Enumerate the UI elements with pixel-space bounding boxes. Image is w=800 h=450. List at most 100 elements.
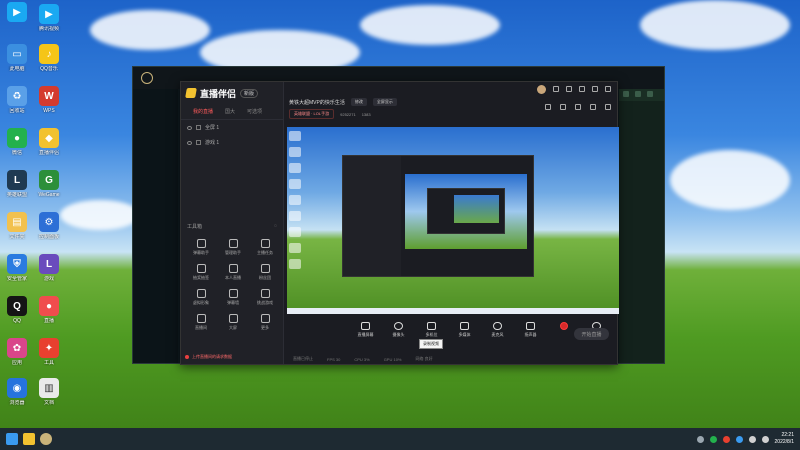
viewer-count: 1383 — [361, 111, 371, 117]
tool-item[interactable]: 弹幕助手 — [185, 239, 217, 256]
maximize-icon[interactable] — [592, 86, 598, 92]
version-badge[interactable]: 新版 — [240, 88, 259, 98]
settings-icon[interactable]: ◌ — [274, 223, 277, 230]
desktop-icon[interactable]: ● 微信 — [2, 128, 32, 156]
desktop-icon-label: QQ音乐 — [40, 66, 58, 72]
eye-icon[interactable] — [187, 140, 192, 145]
control-label: 多机位 — [425, 332, 438, 337]
gift-icon[interactable] — [575, 104, 581, 110]
tool-item[interactable]: 本人直播 — [217, 264, 249, 281]
tool-item[interactable]: 主播任务 — [249, 239, 281, 256]
game-client-tabbar — [619, 89, 664, 101]
desktop-icon[interactable]: L 英雄联盟 — [2, 170, 32, 198]
display-mode-button[interactable]: 全屏显示 — [372, 98, 397, 106]
tool-label: 抽奖抽签 — [193, 275, 209, 280]
multi-camera-button[interactable]: 多机位 — [421, 322, 443, 338]
tray-app-icon[interactable] — [722, 435, 730, 443]
speaker-button[interactable]: 扬声器 — [520, 322, 542, 338]
tool-item[interactable]: 大屏 — [217, 314, 249, 331]
clock[interactable]: 22:21 2022/8/1 — [775, 432, 794, 446]
desktop-icon-label: 英雄联盟 — [6, 192, 27, 198]
microphone-icon — [493, 322, 502, 330]
desktop-icon[interactable]: W WPS — [34, 86, 64, 114]
live-companion-icon: ◆ — [39, 128, 59, 148]
tool-item[interactable]: 直播间 — [185, 314, 217, 331]
tool-item[interactable]: 粉丝团 — [249, 264, 281, 281]
avatar[interactable] — [537, 84, 546, 94]
status-text: GPU 10% — [383, 356, 402, 362]
start-icon[interactable] — [6, 433, 18, 445]
desktop-icon[interactable]: ✦ 工具 — [34, 338, 64, 366]
tab-options[interactable]: 可选项 — [247, 108, 262, 115]
scene-item[interactable]: 全屏 1 — [181, 120, 283, 135]
desktop-icon[interactable]: ● 直播 — [34, 296, 64, 324]
desktop-icon[interactable]: ▶ — [2, 2, 32, 24]
tools-header: 工具箱 ◌ — [181, 223, 283, 230]
desktop-icon[interactable]: ▤ 文件夹 — [2, 212, 32, 240]
category-tag[interactable]: 英雄联盟 · LOL手游 — [289, 109, 335, 119]
desktop-icon-label: 工具 — [43, 360, 54, 366]
desktop-icon[interactable]: ▶ 腾讯视频 — [34, 4, 64, 32]
status-text: FPS 30 — [327, 356, 341, 362]
tool-item[interactable]: 抽奖抽签 — [185, 264, 217, 281]
menu-icon[interactable] — [553, 86, 559, 92]
tool-item[interactable]: 挑战游戏 — [249, 289, 281, 306]
recycle-bin-icon: ♻ — [7, 86, 27, 106]
skin-icon[interactable] — [566, 86, 572, 92]
control-bar: 直播屏幕 摄像头 多机位 多媒体 麦克风 扬声器 — [285, 322, 617, 346]
sidebar-footer-warning[interactable]: 上传直播间的请求数据 — [185, 354, 232, 360]
tool-item[interactable]: 弹幕墙 — [217, 289, 249, 306]
desktop-icon[interactable]: Q QQ — [2, 296, 32, 324]
share-icon[interactable] — [560, 104, 566, 110]
tool-icon — [196, 239, 206, 248]
window-topbar — [285, 82, 617, 96]
desktop-icon[interactable]: L 游戏 — [34, 254, 64, 282]
network-icon[interactable] — [748, 435, 756, 443]
record-button[interactable] — [553, 322, 575, 332]
media-button[interactable]: 多媒体 — [454, 322, 476, 338]
tab-second[interactable]: 国大 — [225, 108, 235, 115]
desktop-icon[interactable]: ♪ QQ音乐 — [34, 44, 64, 72]
chevron-up-icon[interactable] — [696, 435, 704, 443]
desktop-icon[interactable]: ◆ 直播伴侣 — [34, 128, 64, 156]
stream-preview[interactable] — [287, 127, 619, 314]
tool-item[interactable]: 更多 — [249, 314, 281, 331]
clock-date: 2022/8/1 — [774, 439, 794, 445]
tray-app-icon[interactable] — [735, 435, 743, 443]
lock-icon[interactable] — [545, 104, 551, 110]
camera-button[interactable]: 摄像头 — [388, 322, 410, 338]
more-icon[interactable] — [590, 104, 596, 110]
browser-icon: ◉ — [7, 378, 27, 398]
clock-time: 22:21 — [781, 432, 794, 438]
live-companion-window[interactable]: 直播伴侣 新版 我的直播 国大 可选项 全屏 1 游戏 1 工具箱 ◌ 弹幕助手… — [180, 81, 619, 365]
desktop-icon[interactable]: G WeGame — [34, 170, 64, 198]
link-icon[interactable] — [605, 104, 611, 110]
desktop-icon[interactable]: ▭ 此电脑 — [2, 44, 32, 72]
desktop-icon[interactable]: ▥ 文档 — [34, 378, 64, 406]
shield-icon: ⛨ — [7, 254, 27, 274]
desktop-icon[interactable]: ◉ 浏览器 — [2, 378, 32, 406]
screen-capture-button[interactable]: 直播屏幕 — [355, 322, 377, 338]
close-icon[interactable] — [605, 86, 611, 92]
start-live-button[interactable]: 开始直播 — [574, 328, 609, 340]
desktop-icon-label: 控制面板 — [38, 234, 59, 240]
tool-item[interactable]: 虚拟形象 — [185, 289, 217, 306]
desktop-icon[interactable]: ⛨ 安全管家 — [2, 254, 32, 282]
tab-my-live[interactable]: 我的直播 — [193, 108, 213, 115]
status-bar: 直播已停止 FPS 30 CPU 3% GPU 10% 网络 良好 — [285, 354, 617, 364]
desktop-icon[interactable]: ✿ 应用 — [2, 338, 32, 366]
eye-icon[interactable] — [187, 125, 192, 130]
minimize-icon[interactable] — [579, 86, 585, 92]
wechat-tray-icon[interactable] — [709, 435, 717, 443]
microphone-button[interactable]: 麦克风 — [487, 322, 509, 338]
game-taskbar-icon[interactable] — [40, 433, 52, 445]
desktop-icon[interactable]: ♻ 回收站 — [2, 86, 32, 114]
edit-title-button[interactable]: 修改 — [350, 98, 367, 106]
live-companion-taskbar-icon[interactable] — [23, 433, 35, 445]
control-label: 麦克风 — [491, 332, 504, 337]
preview-desktop-icons — [289, 127, 309, 314]
desktop-icon[interactable]: ⚙ 控制面板 — [34, 212, 64, 240]
volume-icon[interactable] — [761, 435, 769, 443]
scene-item[interactable]: 游戏 1 — [181, 135, 283, 150]
tool-item[interactable]: 管理助手 — [217, 239, 249, 256]
